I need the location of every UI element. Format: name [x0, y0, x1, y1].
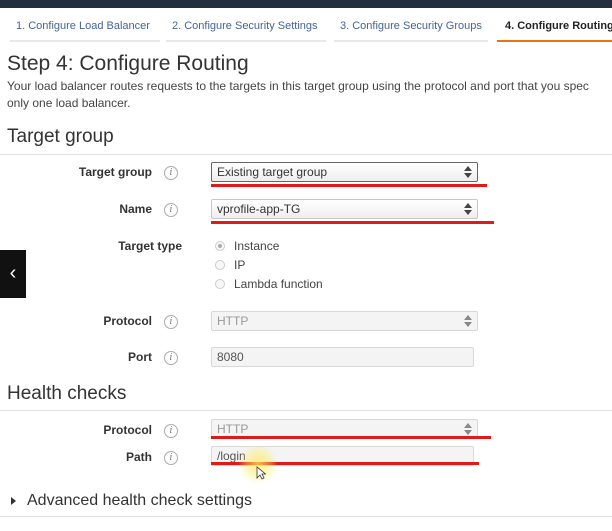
select-caret-icon [464, 423, 472, 435]
health-protocol-select-value: HTTP [217, 422, 249, 436]
section-divider [0, 410, 612, 411]
select-caret-icon [464, 203, 472, 215]
target-group-label: Target group [78, 165, 152, 179]
info-icon[interactable]: i [164, 451, 178, 465]
tab-underline [166, 40, 326, 42]
page-description-line-2: only one load balancer. [7, 96, 131, 110]
page-description-line-1: Your load balancer routes requests to th… [7, 79, 589, 93]
wizard-tabs: 1. Configure Load Balancer 2. Configure … [0, 8, 612, 42]
annotation-underline [211, 221, 494, 224]
name-label: Name [119, 202, 152, 216]
section-title-health-checks: Health checks [7, 383, 127, 404]
target-type-option-ip[interactable]: IP [215, 258, 245, 272]
target-group-select-value: Existing target group [217, 165, 328, 179]
tab-underline [334, 40, 488, 42]
info-icon[interactable]: i [164, 166, 178, 180]
info-icon[interactable]: i [164, 424, 178, 438]
caret-right-icon [11, 497, 16, 505]
protocol-label: Protocol [103, 314, 152, 328]
port-label: Port [128, 350, 152, 364]
tab-underline-active [497, 40, 612, 42]
info-icon[interactable]: i [164, 315, 178, 329]
select-caret-icon [464, 315, 472, 327]
section-divider [0, 154, 612, 155]
port-input[interactable]: 8080 [211, 347, 474, 367]
radio[interactable] [215, 279, 225, 289]
tab-configure-routing[interactable]: 4. Configure Routing [505, 20, 612, 32]
protocol-select[interactable]: HTTP [211, 311, 478, 331]
radio-label: Lambda function [234, 277, 323, 291]
advanced-health-check-toggle[interactable]: Advanced health check settings [11, 492, 252, 510]
page-title: Step 4: Configure Routing [7, 52, 249, 75]
info-icon[interactable]: i [164, 203, 178, 217]
select-caret-icon [464, 166, 472, 178]
info-icon[interactable]: i [164, 351, 178, 365]
target-type-label: Target type [118, 239, 182, 253]
radio[interactable] [215, 260, 225, 270]
annotation-underline [211, 184, 487, 187]
target-type-option-lambda[interactable]: Lambda function [215, 277, 323, 291]
radio-label: IP [234, 258, 246, 272]
radio-selected[interactable] [215, 241, 225, 251]
name-select-value: vprofile-app-TG [217, 202, 301, 216]
tab-underline [10, 40, 160, 42]
health-protocol-label: Protocol [103, 423, 152, 437]
name-select[interactable]: vprofile-app-TG [211, 199, 478, 219]
page-description: Your load balancer routes requests to th… [7, 78, 612, 112]
target-type-option-instance[interactable]: Instance [215, 239, 279, 253]
chevron-left-icon[interactable]: ‹ [0, 250, 26, 298]
path-label: Path [125, 450, 152, 464]
advanced-health-check-label: Advanced health check settings [27, 492, 253, 509]
annotation-underline [211, 436, 491, 439]
top-bar [0, 0, 612, 8]
section-title-target-group: Target group [7, 126, 114, 147]
tab-configure-security-groups[interactable]: 3. Configure Security Groups [340, 20, 482, 32]
protocol-select-value: HTTP [217, 314, 249, 328]
tab-configure-security-settings[interactable]: 2. Configure Security Settings [172, 20, 318, 32]
section-divider [0, 516, 612, 517]
target-group-select[interactable]: Existing target group [211, 162, 478, 182]
radio-label: Instance [234, 239, 280, 253]
tab-configure-load-balancer[interactable]: 1. Configure Load Balancer [16, 20, 150, 32]
mouse-cursor-icon [256, 466, 266, 480]
